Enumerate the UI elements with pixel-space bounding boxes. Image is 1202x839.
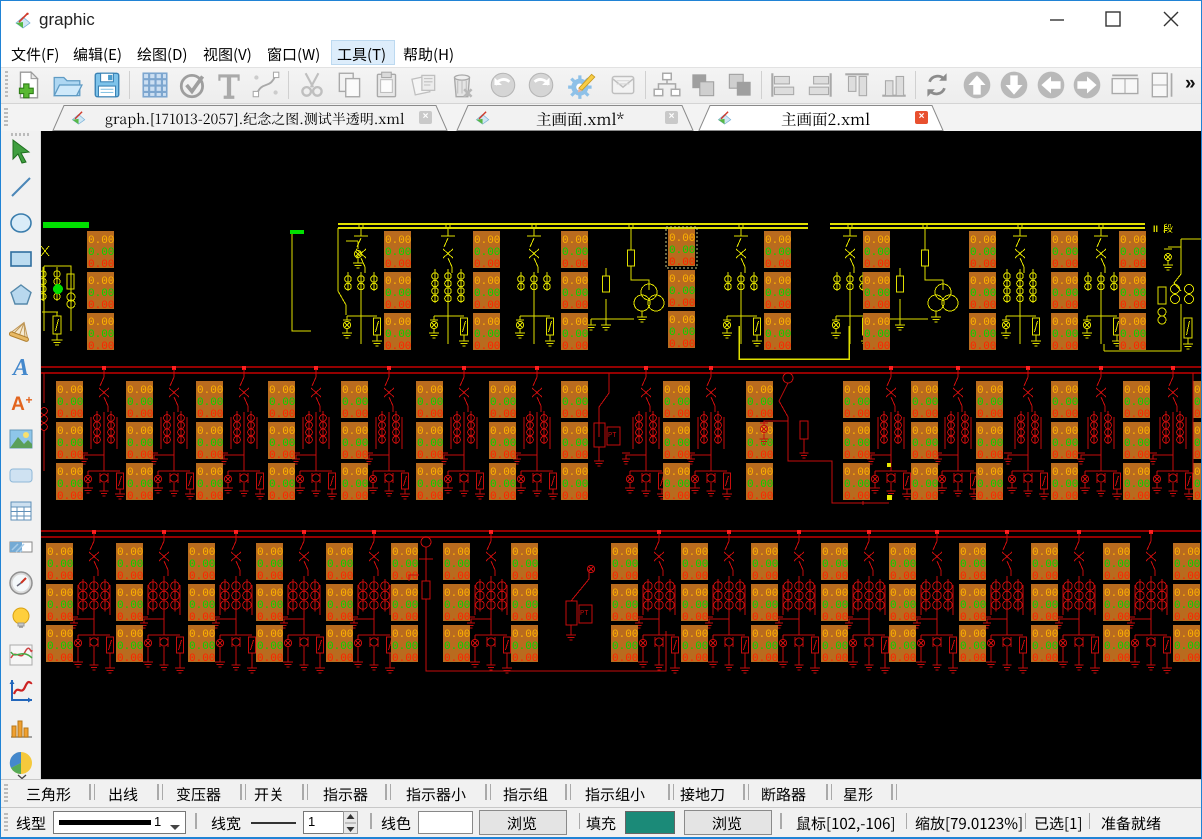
svg-text:+: + [25,393,32,407]
svg-text:A: A [11,394,25,415]
svg-text:PT: PT [608,432,616,440]
svg-text:PT: PT [580,610,588,618]
svg-text:II: II [1153,224,1158,234]
svg-text:A: A [11,355,29,380]
